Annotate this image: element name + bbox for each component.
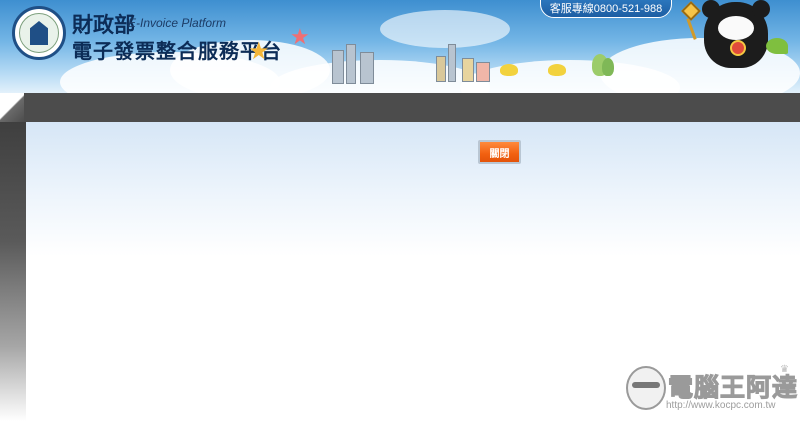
hotline-badge: 客服專線0800-521-988 [540,0,672,18]
building-decoration [346,44,356,84]
content-frame-top [0,93,800,122]
building-decoration [448,44,456,82]
building-decoration [436,56,446,82]
emblem-inner [19,13,59,53]
content-frame-side [0,122,26,421]
mascot-ear [752,0,770,18]
building-decoration [360,52,374,84]
header-banner: 財政部 E-Invoice Platform 電子發票整合服務平台 ★ ★ 客服… [0,0,800,93]
star-icon: ★ [248,38,270,65]
mascot-face [718,16,754,40]
building-icon [30,21,48,45]
platform-name-en: E-Invoice Platform [128,16,227,30]
sprout-icon [766,38,788,54]
content-frame-corner [0,93,24,122]
wand-icon [681,1,701,21]
watermark-title: 電腦王阿達 [667,373,799,403]
bird-icon [500,64,518,76]
wand-stick-decoration [686,18,697,40]
watermark-face-icon [626,366,666,410]
building-decoration [462,58,474,82]
cloud-decoration [380,10,510,48]
tree-icon [602,58,614,76]
star-icon: ★ [290,24,310,49]
building-decoration [476,62,490,82]
building-decoration [332,50,344,84]
bird-icon [548,64,566,76]
watermark-url: http://www.kocpc.com.tw [666,400,776,411]
watermark-glasses-icon [632,382,660,388]
coin-icon [730,40,746,56]
bear-mascot-icon [702,0,772,76]
close-button[interactable]: 關閉 [478,140,521,164]
mascot-ear [702,0,720,18]
ministry-emblem-icon[interactable] [12,6,66,60]
